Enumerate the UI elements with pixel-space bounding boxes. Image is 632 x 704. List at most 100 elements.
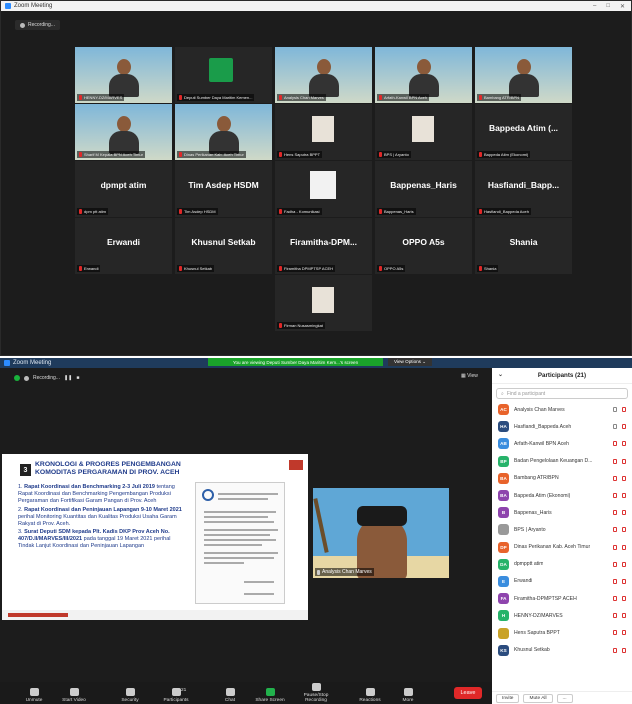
speaker-name: Analysis Chan Marves	[322, 569, 372, 575]
participant-tile[interactable]: Hasfiandi_Bapp... Hasfiandi_Bappeda Aceh	[475, 161, 572, 217]
toolbar-more-button[interactable]: More	[388, 688, 428, 703]
toolbar-chat-button[interactable]: Chat	[210, 688, 250, 703]
participant-tile[interactable]: Hens Saputra BPPT	[275, 104, 372, 160]
participant-name: Erwandi	[514, 578, 533, 585]
participant-tile[interactable]: Firman Nusasmingkat	[275, 275, 372, 331]
participant-tile[interactable]: Firamitha-DPM... Firamitha DPMPTSP ACEH	[275, 218, 372, 274]
toolbar-participants-button[interactable]: Participants 21	[156, 688, 196, 703]
participant-name-label: Arfath-Kanwil BPN Aceh	[377, 94, 430, 101]
participant-row[interactable]: AC Analysis Chan Marves	[492, 401, 632, 418]
participant-row[interactable]: KS Khusnul Setkab	[492, 642, 632, 659]
muted-microphone-icon	[79, 209, 82, 214]
participant-tile[interactable]: dpmpt atim dpm ptt atim	[75, 161, 172, 217]
toolbar-unmute-button[interactable]: Unmute	[14, 688, 54, 703]
toolbar-share-screen-button[interactable]: Share Screen	[250, 688, 290, 703]
muted-microphone-icon	[379, 209, 382, 214]
participant-name: BPS | Aryanto	[514, 526, 546, 533]
participant-name: Arfath-Kanwil BPN Aceh	[514, 440, 569, 447]
participant-person	[308, 59, 339, 97]
participant-row[interactable]: DP Dinas Perikanan Kab. Aceh Timur	[492, 539, 632, 556]
recording-indicator[interactable]: Recording...	[15, 20, 60, 30]
participant-row[interactable]: AB Arfath-Kanwil BPN Aceh	[492, 435, 632, 452]
mute-all-button[interactable]: Mute All	[523, 694, 553, 703]
participant-name: Dinas Perikanan Kab. Aceh Timur	[514, 544, 591, 551]
participant-tile[interactable]: Bappeda Atim (... Bappeda Atim (Ekonomi)	[475, 104, 572, 160]
participant-status-icons	[613, 527, 626, 533]
participant-row[interactable]: H HENNY-DZ/MARVES	[492, 607, 632, 624]
participant-row[interactable]: BA Bambang ATR/BPN	[492, 470, 632, 487]
participant-tile[interactable]: Deputi Sumber Daya Maritim Kemen...	[175, 47, 272, 103]
participant-tile[interactable]: Analysis Chan Marves	[275, 47, 372, 103]
viewing-banner: You are viewing Deputi Sumber Daya Marit…	[208, 358, 383, 366]
participant-tile[interactable]: Dinas Perikanan Kab. Aceh Timur	[175, 104, 272, 160]
participant-tile[interactable]: BPS | Aryanto	[375, 104, 472, 160]
participant-tile[interactable]: Arfath-Kanwil BPN Aceh	[375, 47, 472, 103]
participant-name-label: Shania	[477, 265, 499, 272]
participant-display-name: OPPO A5s	[402, 237, 445, 247]
participant-label-text: BPS | Aryanto	[384, 152, 409, 157]
participant-tile[interactable]: Tim Asdep HSDM Tim Asdep HSDM	[175, 161, 272, 217]
muted-microphone-icon	[79, 152, 82, 157]
participant-row[interactable]: FA Firamitha-DPMPTSP ACEH	[492, 590, 632, 607]
participant-display-name: dpmpt atim	[100, 180, 147, 190]
toolbar-pause-stop-recording-button[interactable]: Pause/Stop Recording	[296, 683, 336, 703]
slide-title: KRONOLOGI & PROGRES PENGEMBANGAN KOMODIT…	[35, 461, 285, 477]
participant-name-label: Firman Nusasmingkat	[277, 322, 325, 329]
participant-tile[interactable]: Khusnul Setkab Khusnul Setkab	[175, 218, 272, 274]
encryption-shield-icon[interactable]	[14, 375, 20, 381]
participant-tile[interactable]: Bappenas_Haris Bappenas_Haris	[375, 161, 472, 217]
avatar: H	[498, 610, 509, 622]
doc-line	[204, 557, 274, 559]
participant-row[interactable]: BP Badan Pengelolaan Keuangan D...	[492, 453, 632, 470]
participant-tile[interactable]: Fadha - Komunikasi	[275, 161, 372, 217]
participant-row[interactable]: BPS | Aryanto	[492, 521, 632, 538]
muted-microphone-icon	[79, 95, 82, 100]
view-button[interactable]: ▦ View	[461, 373, 478, 379]
participant-search-input[interactable]: ⌕ Find a participant	[496, 388, 628, 399]
stop-recording-icon[interactable]: ■	[76, 375, 79, 381]
toolbar-security-button[interactable]: Security	[110, 688, 150, 703]
participant-row[interactable]: Hens Saputra BPPT	[492, 624, 632, 641]
participant-person	[108, 116, 139, 154]
participant-display-name: Shania	[509, 237, 538, 247]
participant-tile[interactable]: Bambang ATR/BPN	[475, 47, 572, 103]
invite-button[interactable]: Invite	[496, 694, 520, 703]
meeting-toolbar: Leave Unmute Start Video Security Participa…	[0, 682, 492, 704]
more-options-button[interactable]: ...	[556, 694, 573, 703]
minimize-button[interactable]: –	[593, 3, 596, 10]
participant-row[interactable]: E Erwandi	[492, 573, 632, 590]
participant-row[interactable]: B Bappenas_Haris	[492, 504, 632, 521]
participant-tile[interactable]: OPPO A5s OPPO A5s	[375, 218, 472, 274]
toolbar-reactions-button[interactable]: Reactions	[350, 688, 390, 703]
avatar: BA	[498, 490, 509, 502]
participant-name-label: Tim Asdep HSDM	[177, 208, 218, 215]
video-off-icon	[622, 458, 626, 464]
doc-line	[244, 593, 274, 595]
participant-tile[interactable]: Sharif M Kepala BPN Aceh Timur	[75, 104, 172, 160]
view-options-button[interactable]: View Options ⌄	[388, 358, 433, 366]
slide-list-item: 3. Surat Deputi SDM kepada Plt. Kadis DK…	[18, 529, 188, 550]
pause-recording-icon[interactable]: ❚❚	[64, 375, 72, 381]
maximize-button[interactable]: □	[606, 3, 610, 10]
toolbar-start-video-button[interactable]: Start Video	[54, 688, 94, 703]
participants-title: Participants (21)	[537, 372, 587, 379]
zoom-share-window: Zoom Meeting You are viewing Deputi Sumb…	[0, 358, 632, 704]
profile-photo	[312, 287, 334, 313]
active-speaker-video[interactable]: Analysis Chan Marves	[313, 488, 449, 578]
slide-body: 1. Rapat Koordinasi dan Benchmarking 2-3…	[18, 484, 188, 552]
participant-status-icons	[613, 407, 626, 412]
participant-status-icons	[613, 561, 626, 567]
participant-tile[interactable]: HENNY-DZ/MARVES	[75, 47, 172, 103]
participant-row[interactable]: BA Bappeda Atim (Ekonomi)	[492, 487, 632, 504]
participant-label-text: Shania	[484, 266, 497, 271]
close-button[interactable]: ✕	[620, 3, 625, 10]
doc-line	[204, 534, 270, 536]
participant-row[interactable]: DA dpmpptt atim	[492, 556, 632, 573]
participant-tile[interactable]: Shania Shania	[475, 218, 572, 274]
letterhead-emblem-icon	[202, 489, 214, 501]
participant-tile[interactable]: Erwandi Erwandi	[75, 218, 172, 274]
toolbar-label: Participants	[163, 698, 189, 703]
chevron-down-icon[interactable]: ⌄	[498, 371, 503, 378]
leave-button[interactable]: Leave	[454, 687, 482, 699]
participant-row[interactable]: HA Hasfiandi_Bappeda Aceh	[492, 418, 632, 435]
